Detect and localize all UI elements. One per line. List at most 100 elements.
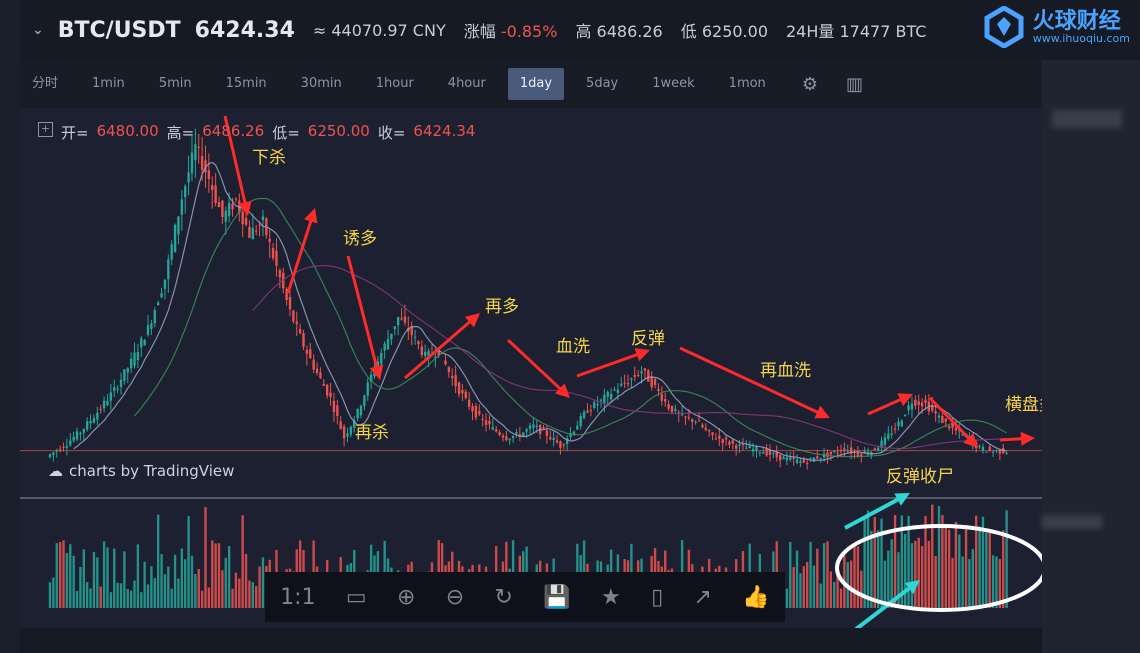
blurred-content xyxy=(1052,110,1122,128)
interval-tab[interactable]: 1min xyxy=(80,68,137,100)
interval-tab[interactable]: 15min xyxy=(214,68,279,100)
volume-bar xyxy=(853,546,856,608)
candle-body xyxy=(775,452,778,458)
volume-bar xyxy=(116,582,119,608)
candle-body xyxy=(846,450,849,452)
left-edge-strip xyxy=(0,0,20,653)
interval-tab[interactable]: 5min xyxy=(147,68,204,100)
candle-body xyxy=(998,449,1002,454)
candle-body xyxy=(271,248,275,259)
interval-tab[interactable]: 1mon xyxy=(717,68,778,100)
interval-tab[interactable]: 5day xyxy=(574,68,630,100)
volume-bar xyxy=(211,540,214,608)
candle-body xyxy=(359,405,363,416)
candle-body xyxy=(474,406,478,418)
candle-body xyxy=(630,378,633,380)
volume-bar xyxy=(904,534,907,608)
interval-tab[interactable]: 4hour xyxy=(436,68,498,100)
candle-body xyxy=(904,415,907,417)
refresh-icon[interactable]: ↻ xyxy=(495,585,513,610)
volume-bar xyxy=(985,532,988,608)
star-icon[interactable]: ★ xyxy=(601,585,621,610)
gear-icon[interactable]: ⚙ xyxy=(802,74,818,95)
ma-line-mid xyxy=(134,197,1007,458)
candlestick-chart[interactable]: 下杀诱多再多血洗 反弹再血洗再杀 横盘炙烤反弹收尸 xyxy=(20,108,1042,628)
candle-body xyxy=(217,202,221,208)
candle-body xyxy=(724,437,728,440)
candle-body xyxy=(177,216,180,235)
volume-bar xyxy=(839,588,843,608)
vol24-label: 24H量 xyxy=(786,22,835,41)
share-icon[interactable]: ↗ xyxy=(694,585,712,610)
fit-icon[interactable]: ▭ xyxy=(346,585,367,610)
volume-bar xyxy=(914,540,917,608)
candle-body xyxy=(694,421,697,423)
volume-bar xyxy=(829,571,833,608)
candle-body xyxy=(366,382,369,396)
candle-body xyxy=(714,438,718,440)
indicator-icon[interactable]: ▥ xyxy=(846,74,863,95)
change-label: 涨幅 xyxy=(463,22,496,41)
candle-body xyxy=(532,424,535,428)
candle-body xyxy=(751,448,755,452)
open-value: 6480.00 xyxy=(96,122,159,140)
interval-tab[interactable]: 分时 xyxy=(20,68,70,100)
thumbs-up-icon[interactable]: 👍 xyxy=(742,585,769,610)
volume-bar xyxy=(792,567,795,608)
volume-bar xyxy=(958,534,961,608)
candle-body xyxy=(96,412,99,420)
volume-bar xyxy=(136,544,140,608)
interval-tab[interactable]: 1hour xyxy=(364,68,426,100)
volume-bar xyxy=(207,587,211,608)
candle-body xyxy=(711,432,714,436)
candle-body xyxy=(599,399,603,401)
interval-tab[interactable]: 30min xyxy=(289,68,354,100)
candle-body xyxy=(559,441,562,448)
candle-body xyxy=(910,403,914,410)
candle-body xyxy=(288,297,292,310)
interval-tab[interactable]: 1week xyxy=(640,68,706,100)
ohlc-legend: + 开= 6480.00 高= 6486.26 低= 6250.00 收= 6424.3… xyxy=(38,122,475,143)
volume-bar xyxy=(826,541,829,608)
arrow-small-up xyxy=(867,398,901,416)
candle-body xyxy=(833,451,836,453)
candle-body xyxy=(153,310,156,324)
candle-body xyxy=(650,376,653,388)
candle-body xyxy=(934,411,937,414)
low-value: 6250.00 xyxy=(701,22,768,41)
candle-body xyxy=(731,440,734,444)
candle-body xyxy=(579,416,582,427)
volume-bar xyxy=(890,539,893,608)
volume-bar xyxy=(883,560,887,608)
candle-body xyxy=(762,452,765,454)
candle-body xyxy=(167,259,170,280)
candle-body xyxy=(802,459,805,463)
arrow-sideways-head xyxy=(1020,431,1035,446)
change-value: -0.85% xyxy=(500,22,558,41)
candle-body xyxy=(985,451,988,453)
annotation-label: 再血洗 xyxy=(760,361,811,381)
pair-selector[interactable]: ⌄ BTC/USDT 6424.34 xyxy=(32,18,295,43)
candle-body xyxy=(79,432,82,435)
zoom-out-icon[interactable]: ⊖ xyxy=(446,585,464,610)
interval-toolbar: 分时 1min 5min 15min 30min 1hour 4hour 1da… xyxy=(20,60,1042,108)
chevron-down-icon[interactable]: ⌄ xyxy=(32,22,44,38)
candle-body xyxy=(900,420,904,427)
volume-bar xyxy=(816,548,819,608)
tablet-icon[interactable]: ▯ xyxy=(651,585,663,610)
volume-bar xyxy=(184,559,187,608)
candle-body xyxy=(444,360,447,365)
zoom-in-icon[interactable]: ⊕ xyxy=(397,585,415,610)
volume-bar xyxy=(119,583,123,608)
volume-bar xyxy=(89,588,92,608)
expand-icon[interactable]: + xyxy=(38,122,53,137)
interval-tab-active[interactable]: 1day xyxy=(507,68,565,100)
candle-body xyxy=(211,185,214,190)
save-icon[interactable]: 💾 xyxy=(543,585,570,610)
ratio-icon[interactable]: 1:1 xyxy=(280,585,315,610)
volume-bar xyxy=(156,514,160,608)
candle-body xyxy=(704,427,707,430)
candle-body xyxy=(342,426,346,439)
candle-body xyxy=(701,424,704,428)
candle-body xyxy=(393,326,396,330)
